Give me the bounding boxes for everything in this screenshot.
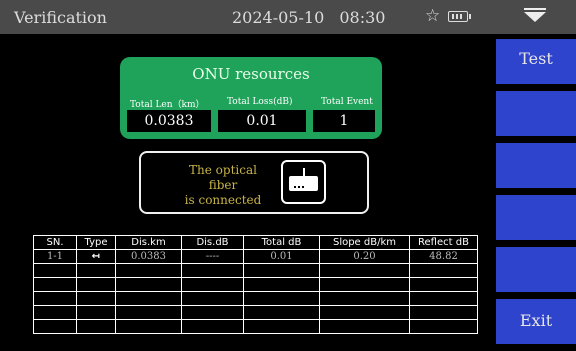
table-cell: 1-1	[33, 249, 77, 264]
total-event-label: Total Event	[321, 97, 373, 107]
table-cell	[409, 319, 478, 334]
total-len-label: Total Len（km）	[130, 100, 205, 110]
total-loss-label: Total Loss(dB)	[227, 97, 293, 107]
table-cell	[76, 277, 116, 292]
table-row[interactable]	[33, 277, 478, 292]
table-cell	[76, 305, 116, 320]
table-row[interactable]	[33, 291, 478, 306]
table-cell: 48.82	[409, 249, 478, 264]
table-cell	[181, 291, 244, 306]
table-row[interactable]	[33, 305, 478, 320]
table-cell	[243, 319, 320, 334]
table-cell	[243, 291, 320, 306]
table-cell	[181, 319, 244, 334]
router-icon	[281, 160, 326, 204]
table-cell	[319, 263, 410, 278]
table-cell	[33, 291, 77, 306]
status-line-2: is connected	[184, 193, 262, 207]
col-dis-db: Dis.dB	[181, 235, 244, 250]
table-cell	[115, 277, 182, 292]
results-table: SN. Type Dis.km Dis.dB Total dB Slope dB…	[33, 235, 478, 334]
date-label: 2024-05-10	[232, 8, 325, 27]
table-cell	[33, 277, 77, 292]
sidebar: Test Exit	[496, 39, 576, 351]
onu-title: ONU resources	[192, 65, 310, 83]
page-title: Verification	[14, 8, 107, 27]
status-line-1: The optical fiber	[189, 163, 257, 192]
table-cell: 0.20	[319, 249, 410, 264]
status-message: The optical fiber is connected	[173, 163, 273, 208]
table-cell	[181, 263, 244, 278]
table-cell	[181, 305, 244, 320]
table-cell	[243, 263, 320, 278]
col-type: Type	[76, 235, 116, 250]
table-cell	[115, 263, 182, 278]
function-button-2[interactable]	[496, 91, 576, 136]
table-cell	[33, 319, 77, 334]
table-cell: 0.01	[243, 249, 320, 264]
battery-icon	[448, 11, 471, 22]
col-sn: SN.	[33, 235, 77, 250]
usb-icon: ☆	[425, 6, 441, 26]
table-cell	[319, 305, 410, 320]
table-cell	[76, 263, 116, 278]
exit-button[interactable]: Exit	[496, 299, 576, 344]
total-len-value: 0.0383	[127, 110, 211, 132]
function-button-4[interactable]	[496, 195, 576, 240]
table-cell: ----	[181, 249, 244, 264]
table-cell	[181, 277, 244, 292]
table-cell	[243, 305, 320, 320]
connection-status-box: The optical fiber is connected	[139, 151, 369, 214]
table-cell	[33, 305, 77, 320]
table-cell	[76, 291, 116, 306]
table-cell	[33, 263, 77, 278]
event-type-icon: ↤	[76, 249, 116, 264]
status-bar: Verification 2024-05-10 08:30 ☆	[0, 0, 576, 34]
table-cell	[319, 319, 410, 334]
total-loss-value: 0.01	[218, 110, 306, 132]
table-row[interactable]	[33, 319, 478, 334]
table-cell	[115, 305, 182, 320]
function-button-5[interactable]	[496, 247, 576, 292]
table-cell	[409, 263, 478, 278]
time-label: 08:30	[339, 8, 386, 27]
table-cell	[409, 291, 478, 306]
table-cell	[319, 277, 410, 292]
onu-resources-panel: ONU resources Total Len（km） Total Loss(d…	[120, 57, 382, 139]
table-cell: 0.0383	[115, 249, 182, 264]
dropdown-menu-icon[interactable]	[524, 8, 546, 22]
col-reflect: Reflect dB	[409, 235, 478, 250]
table-row[interactable]	[33, 263, 478, 278]
total-event-value: 1	[313, 110, 375, 132]
table-cell	[243, 277, 320, 292]
table-cell	[409, 305, 478, 320]
table-cell	[319, 291, 410, 306]
col-slope: Slope dB/km	[319, 235, 410, 250]
test-button[interactable]: Test	[496, 39, 576, 84]
col-total-db: Total dB	[243, 235, 320, 250]
function-button-3[interactable]	[496, 143, 576, 188]
table-cell	[76, 319, 116, 334]
table-header-row: SN. Type Dis.km Dis.dB Total dB Slope dB…	[33, 235, 478, 250]
table-cell	[409, 277, 478, 292]
table-cell	[115, 291, 182, 306]
col-dis-km: Dis.km	[115, 235, 182, 250]
datetime: 2024-05-10 08:30	[232, 8, 385, 27]
table-row[interactable]: 1-1 ↤ 0.0383 ---- 0.01 0.20 48.82	[33, 249, 478, 264]
table-cell	[115, 319, 182, 334]
